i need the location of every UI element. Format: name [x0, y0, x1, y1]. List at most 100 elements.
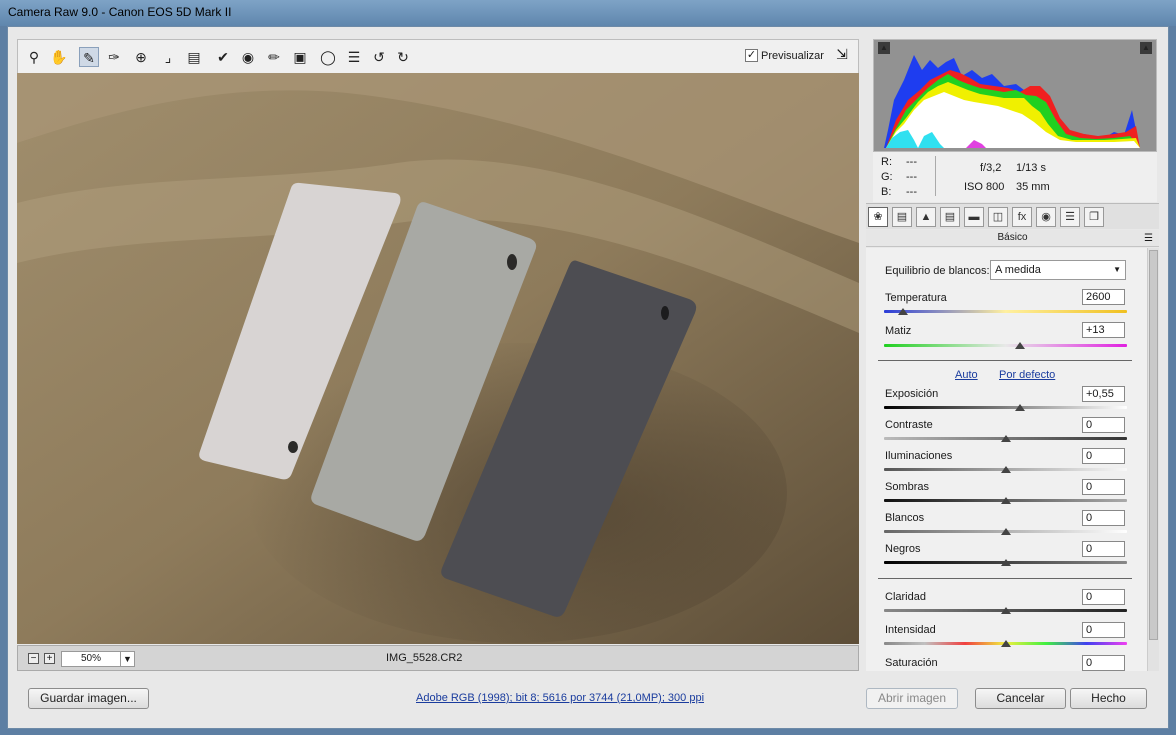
- highlights-slider-thumb[interactable]: [1000, 466, 1011, 473]
- panel-title: Básico: [997, 232, 1028, 243]
- targeted-adjustment-icon[interactable]: ⊕: [131, 47, 151, 67]
- panel-scrollbar[interactable]: [1147, 248, 1159, 671]
- snapshots-icon[interactable]: ❐: [1084, 207, 1104, 227]
- file-name: IMG_5528.CR2: [386, 652, 463, 664]
- scrollbar-thumb[interactable]: [1149, 250, 1158, 640]
- white-balance-value: A medida: [995, 264, 1041, 276]
- shadows-label: Sombras: [885, 481, 930, 493]
- toolbar: ⚲ ✋ ✎ ✑ ⊕ ⌟ ▤ ✔ ◉ ✏ ▣ ◯ ☰ ↺ ↻ ✓ Previsua…: [17, 39, 859, 73]
- aperture-value: f/3,2: [980, 162, 1002, 174]
- zoom-in-button[interactable]: +: [44, 653, 55, 664]
- basic-icon[interactable]: ❀: [868, 207, 888, 227]
- save-image-button[interactable]: Guardar imagen...: [28, 688, 149, 709]
- open-image-button[interactable]: Abrir imagen: [866, 688, 958, 709]
- temperature-slider-thumb[interactable]: [898, 308, 909, 315]
- histogram: ▲ ▲: [873, 39, 1157, 152]
- spot-removal-icon[interactable]: ✔: [213, 47, 233, 67]
- contrast-field[interactable]: 0: [1082, 417, 1125, 433]
- preview-label: Previsualizar: [761, 50, 824, 62]
- hand-icon[interactable]: ✋: [49, 47, 69, 67]
- saturation-field[interactable]: 0: [1082, 655, 1125, 671]
- vibrance-field[interactable]: 0: [1082, 622, 1125, 638]
- temperature-slider[interactable]: [884, 310, 1127, 313]
- clarity-label: Claridad: [885, 591, 926, 603]
- effects-icon[interactable]: fx: [1012, 207, 1032, 227]
- split-toning-icon[interactable]: ▬: [964, 207, 984, 227]
- divider: [878, 578, 1132, 579]
- clarity-field[interactable]: 0: [1082, 589, 1125, 605]
- whites-label: Blancos: [885, 512, 925, 524]
- status-bar: − + 50% ▼ IMG_5528.CR2: [17, 645, 859, 671]
- chevron-down-icon: ▼: [1113, 265, 1121, 274]
- tone-curve-icon[interactable]: ▤: [892, 207, 912, 227]
- red-eye-icon[interactable]: ◉: [238, 47, 258, 67]
- tint-slider[interactable]: [884, 344, 1127, 347]
- zoom-icon[interactable]: ⚲: [24, 47, 44, 67]
- highlights-field[interactable]: 0: [1082, 448, 1125, 464]
- hsl-icon[interactable]: ▤: [940, 207, 960, 227]
- workflow-options-link[interactable]: Adobe RGB (1998); bit 8; 5616 por 3744 (…: [416, 692, 704, 704]
- panel-menu-icon[interactable]: ☰: [1144, 231, 1153, 247]
- focal-length-value: 35 mm: [1016, 181, 1050, 193]
- blacks-field[interactable]: 0: [1082, 541, 1125, 557]
- open-preferences-icon[interactable]: ☰: [344, 47, 364, 67]
- lens-corrections-icon[interactable]: ◫: [988, 207, 1008, 227]
- panel-tabs: ❀ ▤ ▲ ▤ ▬ ◫ fx ◉ ☰ ❐: [866, 203, 1159, 229]
- whites-field[interactable]: 0: [1082, 510, 1125, 526]
- exposure-slider-thumb[interactable]: [1015, 404, 1026, 411]
- temperature-field[interactable]: 2600: [1082, 289, 1125, 305]
- shadows-field[interactable]: 0: [1082, 479, 1125, 495]
- zoom-out-button[interactable]: −: [28, 653, 39, 664]
- done-button[interactable]: Hecho: [1070, 688, 1147, 709]
- whites-slider-thumb[interactable]: [1000, 528, 1011, 535]
- shadow-clipping-icon[interactable]: ▲: [878, 42, 890, 54]
- blacks-label: Negros: [885, 543, 921, 555]
- saturation-label: Saturación: [885, 657, 938, 669]
- auto-link[interactable]: Auto: [955, 369, 978, 381]
- blacks-slider-thumb[interactable]: [1000, 559, 1011, 566]
- rotate-ccw-icon[interactable]: ↺: [369, 47, 389, 67]
- default-link[interactable]: Por defecto: [999, 369, 1055, 381]
- straighten-icon[interactable]: ▤: [184, 47, 204, 67]
- basic-panel: Equilibrio de blancos: A medida ▼ Temper…: [866, 248, 1159, 671]
- clarity-slider-thumb[interactable]: [1000, 607, 1011, 614]
- rotate-cw-icon[interactable]: ↻: [393, 47, 413, 67]
- cancel-button[interactable]: Cancelar: [975, 688, 1066, 709]
- contrast-slider-thumb[interactable]: [1000, 435, 1011, 442]
- title-bar: Camera Raw 9.0 - Canon EOS 5D Mark II: [0, 0, 1176, 26]
- white-balance-select[interactable]: A medida ▼: [990, 260, 1126, 280]
- highlight-clipping-icon[interactable]: ▲: [1140, 42, 1152, 54]
- exposure-label: Exposición: [885, 388, 939, 400]
- green-value: ---: [906, 171, 917, 183]
- exposure-slider[interactable]: [884, 406, 1127, 409]
- image-preview[interactable]: [17, 73, 859, 644]
- fullscreen-icon[interactable]: ⇲: [832, 46, 852, 66]
- tint-slider-thumb[interactable]: [1015, 342, 1026, 349]
- tint-label: Matiz: [885, 325, 912, 337]
- white-balance-label: Equilibrio de blancos:: [885, 265, 990, 277]
- divider: [878, 360, 1132, 361]
- shadows-slider-thumb[interactable]: [1000, 497, 1011, 504]
- preview-checkbox[interactable]: ✓: [745, 49, 758, 62]
- temperature-label: Temperatura: [885, 292, 947, 304]
- tint-field[interactable]: +13: [1082, 322, 1125, 338]
- exposure-field[interactable]: +0,55: [1082, 386, 1125, 402]
- iso-value: ISO 800: [964, 181, 1005, 193]
- panel-header: Básico ☰: [866, 230, 1159, 247]
- window-title: Camera Raw 9.0 - Canon EOS 5D Mark II: [8, 5, 232, 19]
- crop-icon[interactable]: ⌟: [158, 47, 178, 67]
- zoom-dropdown-icon[interactable]: ▼: [120, 651, 135, 667]
- color-sampler-icon[interactable]: ✑: [104, 47, 124, 67]
- white-balance-icon[interactable]: ✎: [79, 47, 99, 67]
- detail-icon[interactable]: ▲: [916, 207, 936, 227]
- adjustment-brush-icon[interactable]: ✏: [264, 47, 284, 67]
- camera-calibration-icon[interactable]: ◉: [1036, 207, 1056, 227]
- graduated-filter-icon[interactable]: ▣: [290, 47, 310, 67]
- dialog-footer: Guardar imagen... Adobe RGB (1998); bit …: [8, 680, 1168, 726]
- zoom-level-field[interactable]: 50%: [61, 651, 121, 667]
- radial-filter-icon[interactable]: ◯: [318, 47, 338, 67]
- vibrance-slider-thumb[interactable]: [1000, 640, 1011, 647]
- highlights-label: Iluminaciones: [885, 450, 953, 462]
- green-label: G:: [881, 171, 893, 183]
- presets-icon[interactable]: ☰: [1060, 207, 1080, 227]
